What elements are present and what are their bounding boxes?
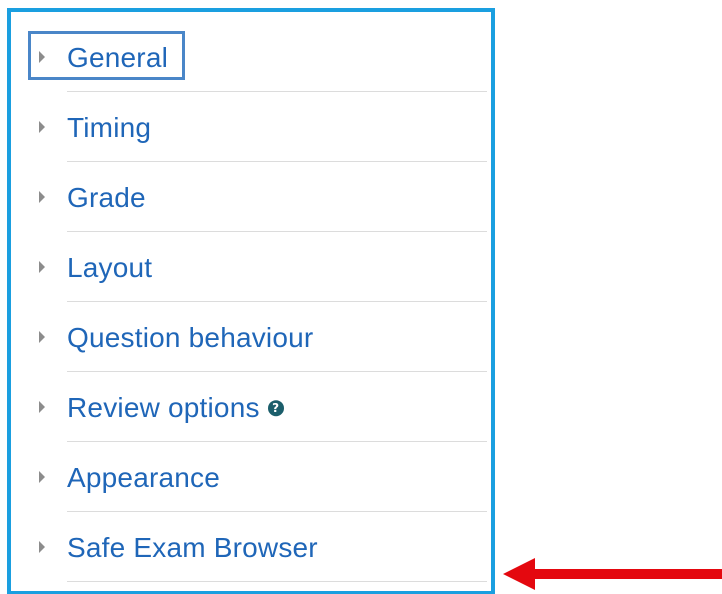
focus-outline	[28, 31, 185, 80]
collapsed-caret-icon	[39, 121, 45, 133]
collapsed-caret-icon	[39, 261, 45, 273]
section-question-behaviour[interactable]: Question behaviour	[11, 302, 491, 372]
section-label-question-behaviour[interactable]: Question behaviour	[67, 320, 313, 354]
section-label-review-options[interactable]: Review options?	[67, 390, 284, 424]
section-label-layout[interactable]: Layout	[67, 250, 152, 284]
section-timing[interactable]: Timing	[11, 92, 491, 162]
collapsed-caret-icon	[39, 191, 45, 203]
section-review-options[interactable]: Review options?	[11, 372, 491, 442]
section-grade[interactable]: Grade	[11, 162, 491, 232]
section-label-grade[interactable]: Grade	[67, 180, 146, 214]
question-circle-icon[interactable]: ?	[267, 399, 284, 416]
section-safe-exam-browser[interactable]: Safe Exam Browser	[11, 512, 491, 582]
collapsed-caret-icon	[39, 471, 45, 483]
collapsed-caret-icon	[39, 401, 45, 413]
divider	[67, 581, 487, 582]
settings-section-panel: General Timing Grade Layout Question beh…	[7, 8, 495, 594]
collapsed-caret-icon	[39, 541, 45, 553]
left-arrow-icon	[503, 558, 722, 590]
collapsed-caret-icon	[39, 331, 45, 343]
section-label-safe-exam-browser[interactable]: Safe Exam Browser	[67, 530, 318, 564]
section-label-appearance[interactable]: Appearance	[67, 460, 220, 494]
section-appearance[interactable]: Appearance	[11, 442, 491, 512]
section-label-timing[interactable]: Timing	[67, 110, 151, 144]
section-layout[interactable]: Layout	[11, 232, 491, 302]
